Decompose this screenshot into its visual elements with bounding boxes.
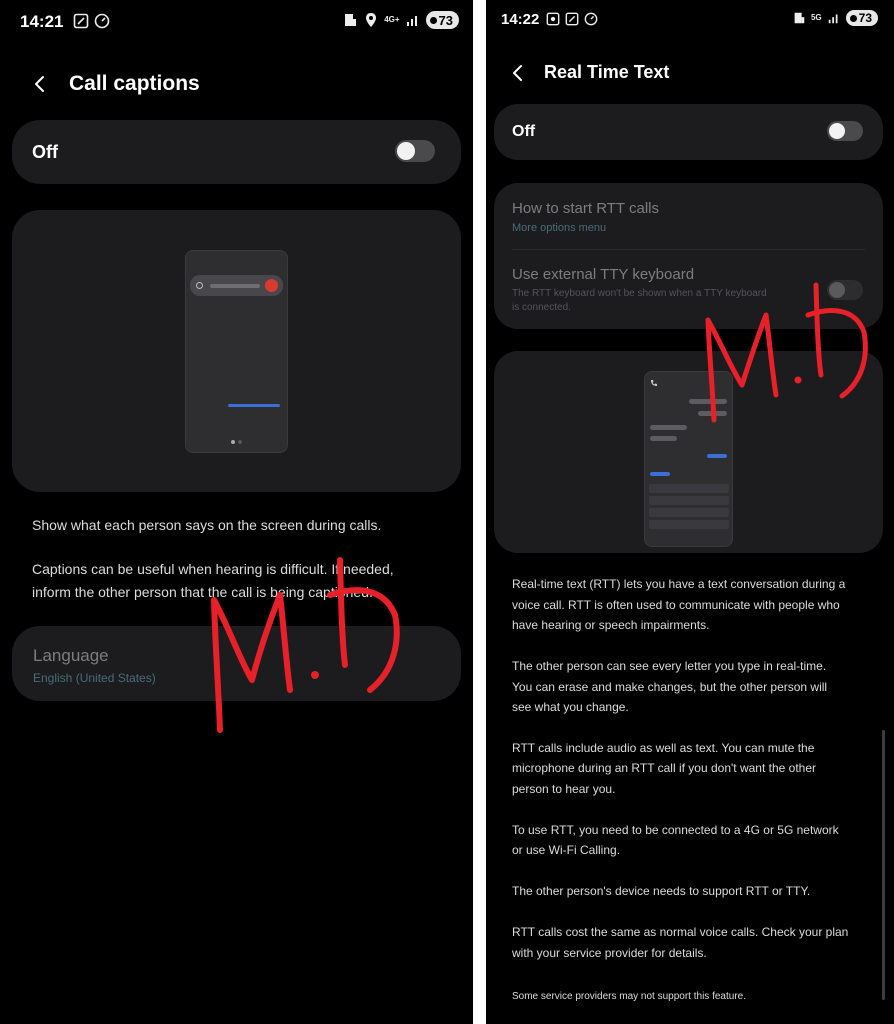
battery-level: 73 xyxy=(858,11,872,25)
handwritten-signature xyxy=(211,557,400,733)
battery-level: 73 xyxy=(438,12,453,28)
paragraph-3-line-3: person to hear you. xyxy=(512,782,616,796)
network-type-label: 5G xyxy=(810,13,822,22)
language-value: English (United States) xyxy=(33,671,156,685)
battery-indicator: 73 xyxy=(425,11,459,29)
how-to-subtitle: More options menu xyxy=(512,222,607,234)
building-icon xyxy=(342,12,358,28)
master-toggle-row[interactable]: Off xyxy=(494,104,883,160)
paragraph-3-line-1: RTT calls include audio as well as text.… xyxy=(512,741,815,755)
toggle-label: Off xyxy=(32,142,58,162)
master-toggle-row[interactable]: Off xyxy=(12,120,461,184)
phone-icon xyxy=(651,380,657,386)
location-icon xyxy=(363,12,379,28)
paragraph-5-line-1: The other person's device needs to suppo… xyxy=(512,884,811,898)
paragraph-6-line-1: RTT calls cost the same as normal voice … xyxy=(512,925,849,939)
status-bar: 14:22 5G 73 xyxy=(486,0,894,44)
description-1: Show what each person says on the screen… xyxy=(32,517,382,533)
network-type-label: 4G+ xyxy=(384,15,400,24)
back-button[interactable] xyxy=(26,70,54,98)
tty-title: Use external TTY keyboard xyxy=(512,266,695,283)
chevron-left-icon xyxy=(513,65,522,81)
screenshot-icon xyxy=(565,12,579,26)
how-to-title: How to start RTT calls xyxy=(512,200,659,217)
status-time: 14:21 xyxy=(20,12,64,31)
screen-record-icon xyxy=(546,12,560,26)
paragraph-4-line-2: or use Wi-Fi Calling. xyxy=(512,843,621,857)
signal-icon xyxy=(827,11,841,25)
battery-indicator: 73 xyxy=(845,10,878,26)
back-button[interactable] xyxy=(504,59,532,87)
call-captions-screen: 14:21 4G+ 73 Call captions Off Show what… xyxy=(0,0,473,1024)
tty-subtitle-line-2: is connected. xyxy=(512,302,571,313)
speedometer-icon xyxy=(584,12,598,26)
paragraph-3-line-2: microphone during an RTT call if you don… xyxy=(512,761,817,775)
signal-icon xyxy=(405,12,421,28)
language-title: Language xyxy=(33,646,109,665)
paragraph-2-line-3: see what you change. xyxy=(512,700,629,714)
preview-illustration-card xyxy=(12,210,461,492)
paragraph-2-line-2: You can erase and make changes, but the … xyxy=(512,680,828,694)
captions-toggle[interactable] xyxy=(395,140,435,162)
footnote: Some service providers may not support t… xyxy=(512,991,746,1002)
paragraph-4-line-1: To use RTT, you need to be connected to … xyxy=(512,823,839,837)
paragraph-1-line-2: voice call. RTT is often used to communi… xyxy=(512,598,840,612)
real-time-text-screen: 14:22 5G 73 Real Time Text Off How to st… xyxy=(486,0,894,1024)
chevron-left-icon xyxy=(35,76,44,92)
caption-bar xyxy=(190,275,283,296)
phone-illustration xyxy=(185,250,288,453)
rtt-toggle[interactable] xyxy=(827,121,863,141)
paragraph-1-line-1: Real-time text (RTT) lets you have a tex… xyxy=(512,577,846,591)
handwritten-signature xyxy=(705,282,868,423)
page-title: Call captions xyxy=(69,72,200,95)
how-to-start-row[interactable]: How to start RTT calls More options menu xyxy=(494,183,883,249)
paragraph-2-line-1: The other person can see every letter yo… xyxy=(512,659,827,673)
status-bar: 14:21 4G+ 73 xyxy=(0,0,473,44)
scrollbar[interactable] xyxy=(882,730,885,1000)
status-time: 14:22 xyxy=(501,11,540,28)
building-icon xyxy=(792,11,806,25)
toggle-label: Off xyxy=(512,123,536,140)
screenshot-icon xyxy=(73,13,89,29)
end-call-icon xyxy=(265,279,278,292)
page-title: Real Time Text xyxy=(544,62,670,82)
paragraph-1-line-3: have hearing or speech impairments. xyxy=(512,618,710,632)
speedometer-icon xyxy=(94,13,110,29)
paragraph-6-line-2: with your service provider for details. xyxy=(512,946,707,960)
